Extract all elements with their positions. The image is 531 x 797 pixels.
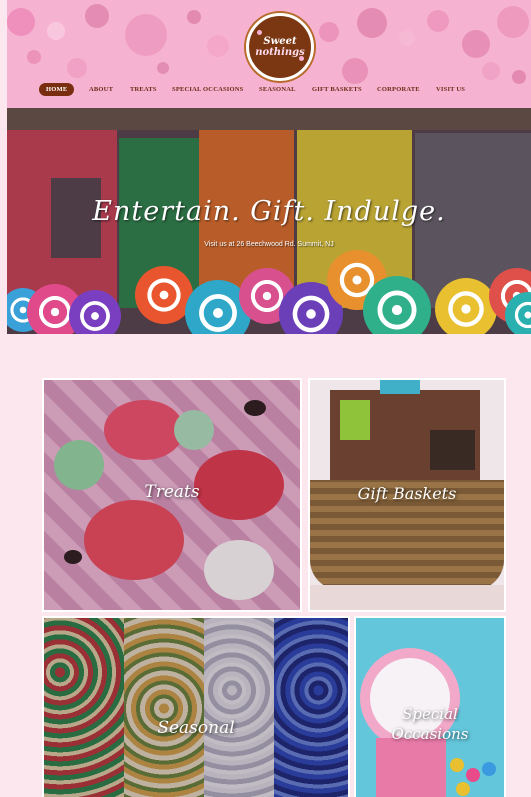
tile-label-special-occasions: Special Occasions bbox=[356, 704, 504, 744]
decor-dot bbox=[85, 4, 109, 28]
tile-label-treats: Treats bbox=[144, 482, 200, 502]
decor-dot bbox=[427, 10, 449, 32]
decor-dot bbox=[497, 6, 529, 38]
decor-dot bbox=[47, 22, 65, 40]
tile-label-line2: Occasions bbox=[391, 725, 469, 743]
hero-title: Entertain. Gift. Indulge. bbox=[92, 196, 446, 227]
logo[interactable]: Sweet nothings bbox=[246, 13, 314, 81]
decor-dot bbox=[512, 70, 526, 84]
main-nav: HOME ABOUT TREATS SPECIAL OCCASIONS SEAS… bbox=[7, 83, 531, 102]
decor-dot bbox=[27, 50, 41, 64]
tile-label-line1: Special bbox=[402, 705, 458, 723]
decor-dot bbox=[207, 35, 229, 57]
hero-banner: Entertain. Gift. Indulge. Visit us at 26… bbox=[7, 108, 531, 334]
decor-dot bbox=[462, 30, 490, 58]
lollipop-icon bbox=[435, 278, 497, 334]
decor-dot bbox=[482, 62, 500, 80]
tile-gift-baskets[interactable]: Gift Baskets bbox=[308, 378, 506, 612]
decor-dot bbox=[399, 30, 415, 46]
tile-special-occasions[interactable]: Special Occasions bbox=[354, 616, 506, 797]
tile-label-gift-baskets: Gift Baskets bbox=[357, 484, 457, 503]
site-header: Sweet nothings HOME ABOUT TREATS SPECIAL… bbox=[7, 0, 531, 108]
decor-dot bbox=[157, 62, 169, 74]
decor-dot bbox=[7, 8, 35, 36]
tile-treats[interactable]: Treats bbox=[42, 378, 302, 612]
nav-treats[interactable]: TREATS bbox=[130, 86, 157, 93]
tile-label-seasonal: Seasonal bbox=[157, 718, 235, 738]
nav-home[interactable]: HOME bbox=[39, 83, 75, 96]
logo-text-line1: Sweet bbox=[263, 36, 297, 47]
nav-special-occasions[interactable]: SPECIAL OCCASIONS bbox=[172, 86, 244, 93]
nav-seasonal[interactable]: SEASONAL bbox=[259, 86, 296, 93]
logo-text-line2: nothings bbox=[255, 47, 305, 58]
nav-visit-us[interactable]: VISIT US bbox=[436, 86, 465, 93]
tile-seasonal[interactable]: Seasonal bbox=[42, 616, 350, 797]
nav-about[interactable]: ABOUT bbox=[89, 86, 113, 93]
nav-corporate[interactable]: CORPORATE bbox=[377, 86, 420, 93]
decor-dot bbox=[319, 22, 339, 42]
hero-subtitle: Visit us at 26 Beechwood Rd. Summit, NJ bbox=[204, 241, 334, 248]
decor-dot bbox=[67, 58, 87, 78]
page: Sweet nothings HOME ABOUT TREATS SPECIAL… bbox=[0, 0, 531, 797]
decor-dot bbox=[187, 10, 201, 24]
decor-dot bbox=[357, 8, 387, 38]
lollipop-icon bbox=[69, 290, 121, 334]
decor-dot bbox=[125, 14, 167, 56]
decor-dot bbox=[342, 58, 368, 84]
nav-gift-baskets[interactable]: GIFT BASKETS bbox=[312, 86, 362, 93]
